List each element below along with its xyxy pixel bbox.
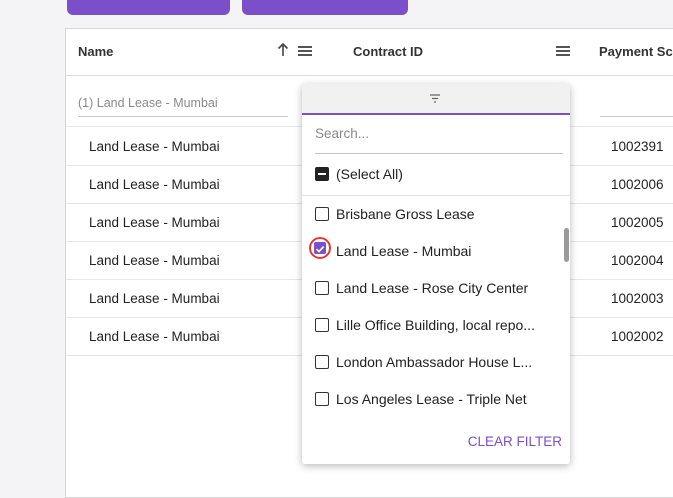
cell-contract-id: 1002006: [611, 177, 664, 192]
filter-tab[interactable]: [302, 84, 570, 115]
cell-name: Land Lease - Mumbai: [89, 329, 220, 344]
cell-name: Land Lease - Mumbai: [89, 139, 220, 154]
cell-name: Land Lease - Mumbai: [89, 177, 220, 192]
sort-ascending-icon[interactable]: [277, 43, 289, 57]
cell-name: Land Lease - Mumbai: [89, 253, 220, 268]
filter-option-label: Land Lease - Rose City Center: [336, 280, 529, 296]
column-menu-icon[interactable]: [298, 46, 312, 56]
filter-option-label: Brisbane Gross Lease: [336, 206, 475, 222]
filter-option[interactable]: Land Lease - Rose City Center: [302, 270, 570, 306]
select-all-label: (Select All): [336, 166, 403, 182]
cell-contract-id: 1002391: [611, 139, 664, 154]
indeterminate-checkbox-icon[interactable]: [315, 167, 329, 181]
cell-contract-id: 1002003: [611, 291, 664, 306]
cell-contract-id: 1002005: [611, 215, 664, 230]
checkbox-icon[interactable]: [315, 392, 329, 406]
toolbar-button-2[interactable]: [242, 0, 408, 15]
filter-icon: [430, 94, 440, 103]
column-menu-icon[interactable]: [556, 46, 570, 56]
filter-option-label: London Ambassador House L...: [336, 354, 533, 370]
checkmark-icon: [314, 242, 326, 254]
set-filter-popup: Search... (Select All) Brisbane Gross Le…: [302, 84, 570, 464]
filter-option-label: Land Lease - Mumbai: [336, 243, 472, 259]
filter-option[interactable]: Land Lease - Mumbai: [302, 233, 570, 269]
cell-contract-id: 1002002: [611, 329, 664, 344]
checkbox-icon[interactable]: [315, 207, 329, 221]
cell-contract-id: 1002004: [611, 253, 664, 268]
checkbox-icon[interactable]: [315, 281, 329, 295]
filter-option[interactable]: Brisbane Gross Lease: [302, 196, 570, 232]
filter-option[interactable]: Los Angeles Lease - Triple Net: [302, 381, 570, 417]
column-header-name[interactable]: Name: [78, 44, 113, 59]
column-header-payment[interactable]: Payment Sc: [599, 44, 673, 59]
payment-filter-input[interactable]: [600, 92, 673, 117]
name-filter-input[interactable]: (1) Land Lease - Mumbai: [78, 92, 288, 117]
scrollbar-thumb[interactable]: [564, 228, 569, 262]
filter-option[interactable]: Lille Office Building, local repo...: [302, 307, 570, 343]
filter-option-label: Lille Office Building, local repo...: [336, 317, 535, 333]
toolbar-button-1[interactable]: [67, 0, 230, 15]
cell-name: Land Lease - Mumbai: [89, 291, 220, 306]
clear-filter-button[interactable]: CLEAR FILTER: [468, 434, 562, 449]
column-header-contract-id[interactable]: Contract ID: [353, 44, 423, 59]
filter-option-label: Los Angeles Lease - Triple Net: [336, 391, 527, 407]
filter-search-input[interactable]: Search...: [315, 122, 563, 154]
checkbox-icon[interactable]: [315, 355, 329, 369]
cell-name: Land Lease - Mumbai: [89, 215, 220, 230]
filter-option[interactable]: London Ambassador House L...: [302, 344, 570, 380]
grid-header: Name Contract ID Payment Sc: [66, 29, 673, 76]
select-all-option[interactable]: (Select All): [302, 156, 570, 192]
checkbox-icon[interactable]: [315, 318, 329, 332]
